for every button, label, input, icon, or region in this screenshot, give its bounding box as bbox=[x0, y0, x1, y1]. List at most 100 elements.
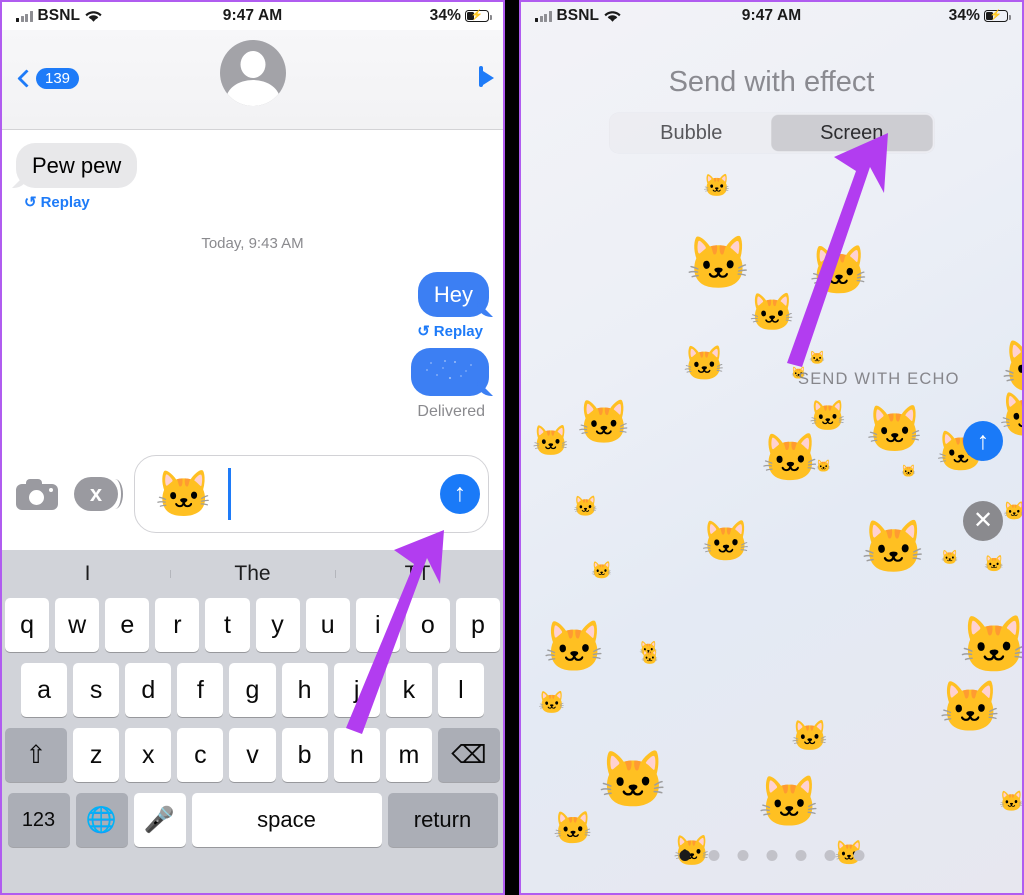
cat-emoji: 🐱 bbox=[866, 403, 924, 455]
incoming-bubble[interactable]: Pew pew bbox=[16, 143, 138, 188]
outgoing-message-row: Hey ↺ Replay Delivered bbox=[16, 272, 489, 421]
screen-segment[interactable]: Screen bbox=[771, 115, 932, 151]
page-dot[interactable] bbox=[679, 850, 690, 861]
cat-emoji: 🐱 bbox=[543, 619, 606, 675]
predictive-text-bar: I The TT bbox=[5, 550, 500, 598]
message-input-bar: x 🐱 ↑ bbox=[2, 437, 503, 550]
status-bar-right: BSNL 9:47 AM 34% ⚡ bbox=[521, 2, 1022, 30]
cat-emoji: 🐱 bbox=[598, 748, 668, 811]
cat-emoji: 🐱 bbox=[901, 464, 916, 478]
page-dot[interactable] bbox=[853, 850, 864, 861]
key-y[interactable]: y bbox=[255, 598, 300, 652]
cat-emoji: 🐱 bbox=[701, 520, 751, 564]
key-u[interactable]: u bbox=[305, 598, 350, 652]
outgoing-replay-button[interactable]: ↺ Replay bbox=[417, 323, 483, 340]
cat-emoji: 🐱 bbox=[686, 235, 751, 293]
key-o[interactable]: o bbox=[405, 598, 450, 652]
key-r[interactable]: r bbox=[155, 598, 200, 652]
effect-name-label: SEND WITH ECHO bbox=[798, 370, 960, 388]
numbers-key[interactable]: 123 bbox=[7, 793, 70, 847]
return-key[interactable]: return bbox=[387, 793, 498, 847]
camera-icon[interactable] bbox=[16, 478, 58, 510]
text-caret bbox=[228, 467, 232, 520]
key-e[interactable]: e bbox=[105, 598, 150, 652]
prediction-2[interactable]: TT bbox=[335, 562, 500, 586]
contact-block[interactable] bbox=[2, 40, 503, 109]
key-g[interactable]: g bbox=[229, 663, 276, 717]
page-dot[interactable] bbox=[824, 850, 835, 861]
key-x[interactable]: x bbox=[125, 728, 172, 782]
status-bar-right-group-right: 34% ⚡ bbox=[948, 7, 1011, 25]
cat-emoji: 🐱 bbox=[749, 292, 796, 333]
message-text-field[interactable]: 🐱 ↑ bbox=[134, 454, 489, 533]
backspace-key[interactable]: ⌫ bbox=[437, 728, 500, 782]
prediction-1[interactable]: The bbox=[170, 562, 335, 586]
invisible-ink-icon bbox=[425, 359, 473, 382]
key-a[interactable]: a bbox=[21, 663, 68, 717]
cat-emoji: 🐱 bbox=[683, 345, 726, 383]
space-key[interactable]: space bbox=[191, 793, 382, 847]
key-b[interactable]: b bbox=[281, 728, 328, 782]
cat-emoji: 🐱 bbox=[999, 791, 1022, 813]
panel-divider bbox=[505, 0, 519, 895]
key-p[interactable]: p bbox=[455, 598, 500, 652]
cat-emoji: 🐱 bbox=[809, 245, 869, 298]
status-bar-left: BSNL 9:47 AM 34% ⚡ bbox=[2, 2, 503, 30]
key-q[interactable]: q bbox=[5, 598, 50, 652]
cat-emoji: 🐱 bbox=[761, 431, 820, 484]
effect-type-segmented-control: Bubble Screen bbox=[609, 113, 934, 153]
key-j[interactable]: j bbox=[333, 663, 380, 717]
cat-emoji: 🐱 bbox=[577, 399, 631, 447]
clock-label-right: 9:47 AM bbox=[741, 7, 802, 24]
cat-emoji: 🐱 bbox=[999, 394, 1022, 438]
effect-send-button[interactable]: ↑ bbox=[963, 421, 1003, 461]
dual-screenshot-stage: BSNL 9:47 AM 34% ⚡ 139 Pew pew ↺ Replay … bbox=[0, 0, 1024, 895]
battery-percent-label-right: 34% bbox=[948, 7, 980, 24]
cat-emoji: 🐱 bbox=[1003, 502, 1022, 520]
send-button[interactable]: ↑ bbox=[440, 473, 480, 514]
facetime-video-button[interactable] bbox=[479, 66, 483, 87]
prediction-0[interactable]: I bbox=[5, 562, 170, 586]
key-c[interactable]: c bbox=[177, 728, 224, 782]
cat-emoji: 🐱 bbox=[1001, 342, 1022, 394]
key-n[interactable]: n bbox=[333, 728, 380, 782]
field-emoji-value: 🐱 bbox=[155, 467, 213, 520]
delivery-status-label: Delivered bbox=[417, 403, 485, 420]
bubble-segment[interactable]: Bubble bbox=[611, 115, 772, 151]
outgoing-bubble-invisible-ink[interactable] bbox=[411, 348, 489, 396]
key-m[interactable]: m bbox=[385, 728, 432, 782]
shift-key[interactable]: ⇧ bbox=[5, 728, 67, 782]
app-store-icon[interactable]: x bbox=[74, 476, 123, 511]
cat-emoji: 🐱 bbox=[809, 350, 826, 365]
key-l[interactable]: l bbox=[437, 663, 484, 717]
incoming-replay-button[interactable]: ↺ Replay bbox=[24, 194, 90, 211]
key-v[interactable]: v bbox=[229, 728, 276, 782]
cat-emoji: 🐱 bbox=[553, 810, 593, 846]
send-arrow-up-icon: ↑ bbox=[976, 426, 990, 455]
globe-icon[interactable]: 🌐 bbox=[75, 793, 128, 847]
key-t[interactable]: t bbox=[205, 598, 250, 652]
key-i[interactable]: i bbox=[355, 598, 400, 652]
key-f[interactable]: f bbox=[177, 663, 224, 717]
key-h[interactable]: h bbox=[281, 663, 328, 717]
effect-screen-title: Send with effect bbox=[668, 66, 875, 98]
cat-emoji: 🐱 bbox=[984, 556, 1004, 573]
key-z[interactable]: z bbox=[73, 728, 120, 782]
send-with-effect-screen: BSNL 9:47 AM 34% ⚡ Send with effect 🐱� bbox=[521, 2, 1022, 893]
key-s[interactable]: s bbox=[73, 663, 120, 717]
cat-emoji: 🐱 bbox=[758, 774, 821, 830]
key-k[interactable]: k bbox=[385, 663, 432, 717]
key-d[interactable]: d bbox=[125, 663, 172, 717]
cat-emoji: 🐱 bbox=[591, 561, 613, 580]
message-thread: Pew pew ↺ Replay Today, 9:43 AM Hey ↺ Re… bbox=[2, 130, 503, 437]
effect-cancel-button[interactable]: ✕ bbox=[963, 501, 1003, 541]
battery-charging-icon: ⚡ bbox=[984, 10, 1011, 22]
microphone-icon[interactable]: 🎤 bbox=[133, 793, 186, 847]
page-dot[interactable] bbox=[708, 850, 719, 861]
page-dot[interactable] bbox=[795, 850, 806, 861]
page-dot[interactable] bbox=[766, 850, 777, 861]
page-dot[interactable] bbox=[737, 850, 748, 861]
key-w[interactable]: w bbox=[55, 598, 100, 652]
cat-emoji: 🐱 bbox=[573, 496, 598, 518]
outgoing-bubble-hey[interactable]: Hey bbox=[417, 272, 489, 317]
